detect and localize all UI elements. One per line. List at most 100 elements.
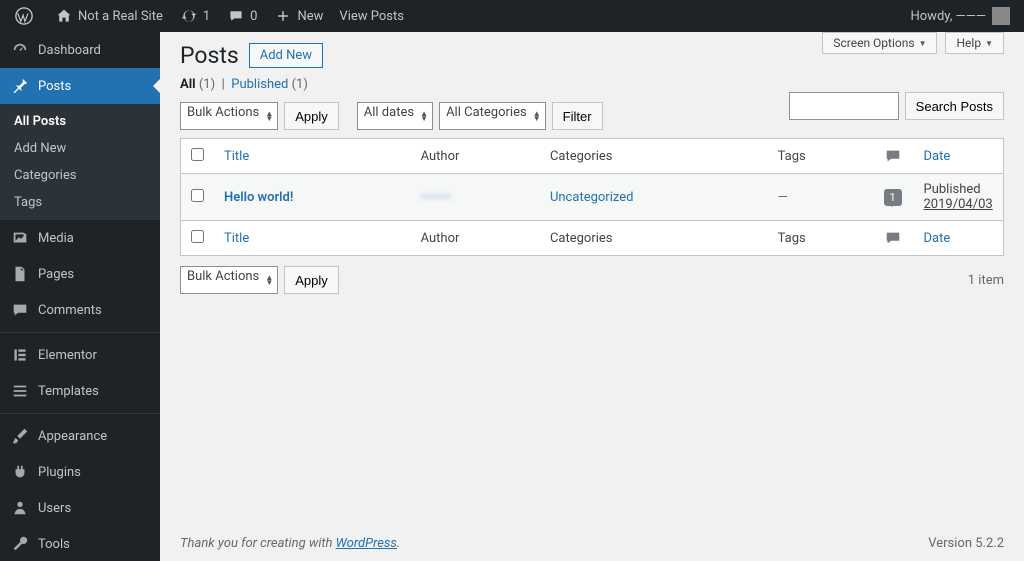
view-posts-link[interactable]: View Posts [331, 0, 412, 32]
updates-link[interactable]: 1 [171, 0, 218, 32]
footer-thanks-post: . [397, 536, 400, 551]
item-count-bottom: 1 item [968, 273, 1004, 288]
table-row: Hello world! ——— Uncategorized — 1 Publi… [181, 174, 1004, 221]
col-categories: Categories [540, 221, 768, 256]
menu-users-label: Users [38, 501, 71, 516]
sub-add-new[interactable]: Add New [0, 135, 160, 162]
col-title[interactable]: Title [214, 221, 411, 256]
apply-button-bottom[interactable]: Apply [284, 266, 339, 294]
add-new-button[interactable]: Add New [249, 43, 323, 68]
screen-options-label: Screen Options [833, 36, 914, 50]
row-date[interactable]: 2019/04/03 [924, 197, 993, 212]
row-comments-count[interactable]: 1 [884, 189, 902, 206]
col-author: Author [411, 139, 540, 174]
view-posts-label: View Posts [339, 9, 404, 24]
menu-elementor[interactable]: Elementor [0, 337, 160, 373]
menu-users[interactable]: Users [0, 490, 160, 526]
view-published[interactable]: Published [231, 77, 288, 92]
dates-label: All dates [364, 105, 414, 120]
col-date[interactable]: Date [914, 221, 1004, 256]
menu-appearance-label: Appearance [38, 429, 107, 444]
sep: | [222, 77, 225, 92]
row-checkbox[interactable] [191, 189, 204, 202]
sub-tags[interactable]: Tags [0, 189, 160, 216]
updates-count: 1 [203, 9, 210, 24]
sub-categories[interactable]: Categories [0, 162, 160, 189]
menu-dashboard[interactable]: Dashboard [0, 32, 160, 68]
footer-version: Version 5.2.2 [928, 536, 1004, 551]
sub-all-posts[interactable]: All Posts [0, 108, 160, 135]
search-input[interactable] [789, 92, 899, 120]
account-link[interactable]: Howdy, ——— [902, 0, 1018, 32]
wordpress-icon [14, 6, 34, 26]
plug-icon [10, 462, 30, 482]
comments-link[interactable]: 0 [218, 0, 265, 32]
menu-pages[interactable]: Pages [0, 256, 160, 292]
select-all-checkbox-bottom[interactable] [191, 230, 204, 243]
row-author[interactable]: ——— [421, 190, 451, 205]
col-author: Author [411, 221, 540, 256]
select-all-checkbox[interactable] [191, 148, 204, 161]
categories-label: All Categories [446, 105, 527, 120]
view-all-count: (1) [199, 77, 215, 92]
categories-select[interactable]: All Categories ▲▼ [439, 102, 546, 130]
menu-plugins-label: Plugins [38, 465, 81, 480]
site-name-link[interactable]: Not a Real Site [46, 0, 171, 32]
menu-media[interactable]: Media [0, 220, 160, 256]
col-comments[interactable] [874, 139, 914, 174]
menu-pages-label: Pages [38, 267, 74, 282]
comment-icon [884, 147, 904, 165]
menu-tools[interactable]: Tools [0, 526, 160, 561]
menu-media-label: Media [38, 231, 74, 246]
footer: Thank you for creating with WordPress. V… [160, 526, 1024, 561]
posts-table: Title Author Categories Tags Date Hello … [180, 138, 1004, 256]
comments-count: 0 [250, 9, 257, 24]
col-comments[interactable] [874, 221, 914, 256]
user-icon [10, 498, 30, 518]
wp-logo[interactable] [6, 0, 46, 32]
caret-down-icon: ▼ [919, 39, 927, 48]
view-all[interactable]: All [180, 77, 196, 92]
sort-icon: ▲▼ [265, 111, 273, 121]
bulk-actions-label: Bulk Actions [187, 105, 259, 120]
menu-comments-label: Comments [38, 303, 102, 318]
search-button[interactable]: Search Posts [905, 92, 1004, 120]
col-title[interactable]: Title [214, 139, 411, 174]
tablenav-bottom: Bulk Actions ▲▼ Apply 1 item [180, 266, 1004, 294]
apply-button[interactable]: Apply [284, 102, 339, 130]
new-link[interactable]: New [265, 0, 331, 32]
col-tags: Tags [768, 139, 874, 174]
row-category-link[interactable]: Uncategorized [550, 190, 633, 205]
filter-button[interactable]: Filter [552, 102, 603, 130]
admin-bar: Not a Real Site 1 0 New View Posts Howdy… [0, 0, 1024, 32]
footer-wordpress-link[interactable]: WordPress [336, 536, 397, 551]
plus-icon [273, 6, 293, 26]
updates-icon [179, 6, 199, 26]
pin-icon [10, 76, 30, 96]
col-date[interactable]: Date [914, 139, 1004, 174]
row-status: Published [924, 182, 994, 197]
dates-select[interactable]: All dates ▲▼ [357, 102, 433, 130]
site-name: Not a Real Site [78, 9, 163, 24]
help-button[interactable]: Help ▼ [945, 32, 1004, 54]
menu-plugins[interactable]: Plugins [0, 454, 160, 490]
user-name: ——— [956, 9, 986, 24]
bulk-actions-select[interactable]: Bulk Actions ▲▼ [180, 102, 278, 130]
bulk-actions-select-bottom[interactable]: Bulk Actions ▲▼ [180, 266, 278, 294]
menu-templates[interactable]: Templates [0, 373, 160, 409]
menu-posts-label: Posts [38, 79, 71, 94]
col-tags: Tags [768, 221, 874, 256]
greeting: Howdy, [910, 9, 952, 24]
view-published-count: (1) [292, 77, 308, 92]
admin-menu: Dashboard Posts All Posts Add New Catego… [0, 32, 160, 561]
menu-tools-label: Tools [38, 537, 70, 552]
brush-icon [10, 426, 30, 446]
menu-appearance[interactable]: Appearance [0, 418, 160, 454]
row-title-link[interactable]: Hello world! [224, 190, 293, 205]
menu-templates-label: Templates [38, 384, 99, 399]
comment-icon [226, 6, 246, 26]
menu-comments[interactable]: Comments [0, 292, 160, 328]
menu-posts[interactable]: Posts [0, 68, 160, 104]
content: Screen Options ▼ Help ▼ Posts Add New Al… [160, 32, 1024, 561]
screen-options-button[interactable]: Screen Options ▼ [822, 32, 937, 54]
